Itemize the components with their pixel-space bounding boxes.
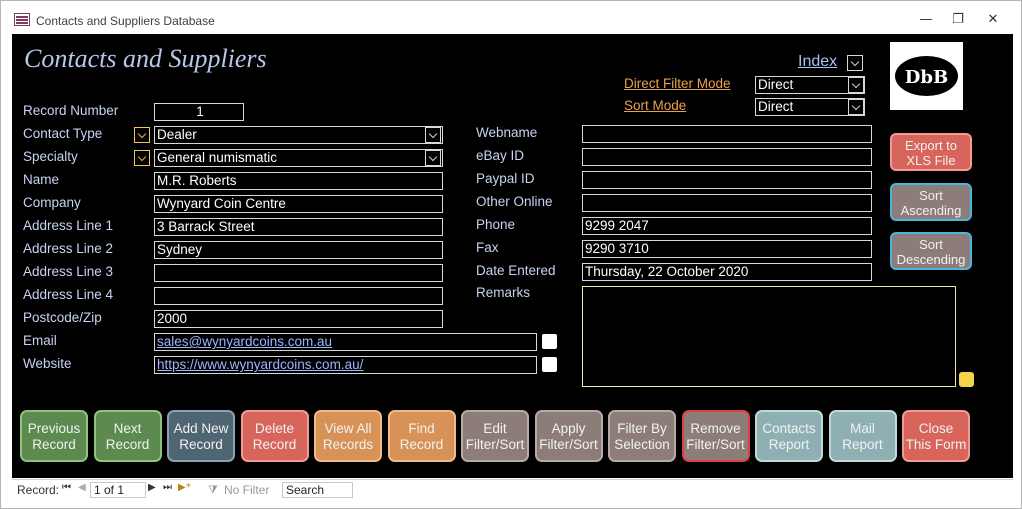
date-entered-field[interactable]: Thursday, 22 October 2020 xyxy=(582,263,872,281)
address-line-4-field[interactable] xyxy=(154,287,443,305)
last-record-icon[interactable]: ⏭ xyxy=(163,482,172,493)
app-window: Contacts and Suppliers Database — ❐ ✕ Co… xyxy=(0,0,1022,509)
sort-ascending-button[interactable]: Sort Ascending xyxy=(890,183,972,221)
minimize-button[interactable]: — xyxy=(914,10,938,30)
close-form-button[interactable]: Close This Form xyxy=(902,410,970,462)
address-line-1-field[interactable]: 3 Barrack Street xyxy=(154,218,443,236)
name-label: Name xyxy=(23,172,60,187)
index-link[interactable]: Index xyxy=(798,53,837,71)
webname-label: Webname xyxy=(476,125,538,140)
next-record-button[interactable]: Next Record xyxy=(93,410,162,462)
website-checkbox[interactable] xyxy=(542,357,557,372)
chevron-down-icon[interactable] xyxy=(425,150,441,166)
dbb-logo: DbB xyxy=(890,42,963,110)
direct-filter-mode-link[interactable]: Direct Filter Mode xyxy=(624,76,731,91)
remove-filter-sort-button[interactable]: Remove Filter/Sort xyxy=(681,410,750,462)
remarks-field[interactable] xyxy=(582,286,956,387)
mail-report-button[interactable]: Mail Report xyxy=(828,410,897,462)
record-navigation-bar: Record: ⏮ ◀ 1 of 1 ▶ ⏭ ▶* ⧩ No Filter Se… xyxy=(12,479,1013,499)
postcode-label: Postcode/Zip xyxy=(23,310,102,325)
paypal-id-label: Paypal ID xyxy=(476,171,535,186)
next-record-icon[interactable]: ▶ xyxy=(148,482,156,493)
export-xls-button[interactable]: Export to XLS File xyxy=(890,133,972,171)
new-record-icon[interactable]: ▶* xyxy=(178,482,191,493)
address-line-1-label: Address Line 1 xyxy=(23,218,114,233)
email-checkbox[interactable] xyxy=(542,334,557,349)
address-line-2-label: Address Line 2 xyxy=(23,241,114,256)
current-record-input[interactable]: 1 of 1 xyxy=(90,482,146,498)
name-field[interactable]: M.R. Roberts xyxy=(154,172,443,190)
company-field[interactable]: Wynyard Coin Centre xyxy=(154,195,443,213)
window-title: Contacts and Suppliers Database xyxy=(36,14,215,28)
email-field[interactable]: sales@wynyardcoins.com.au xyxy=(154,333,537,351)
add-new-record-button[interactable]: Add New Record xyxy=(167,410,235,462)
address-line-3-label: Address Line 3 xyxy=(23,264,114,279)
website-field[interactable]: https://www.wynyardcoins.com.au/ xyxy=(154,356,537,374)
form-icon xyxy=(14,13,30,26)
paypal-id-field[interactable] xyxy=(582,171,872,189)
postcode-field[interactable]: 2000 xyxy=(154,310,443,328)
record-number-label: Record Number xyxy=(23,103,119,118)
first-record-icon[interactable]: ⏮ xyxy=(62,482,71,493)
chevron-down-icon[interactable] xyxy=(425,127,441,143)
contact-type-edit-button[interactable] xyxy=(134,127,150,143)
webname-field[interactable] xyxy=(582,125,872,143)
specialty-edit-button[interactable] xyxy=(134,150,150,166)
contact-type-select[interactable]: Dealer xyxy=(154,126,443,144)
address-line-2-field[interactable]: Sydney xyxy=(154,241,443,259)
close-window-button[interactable]: ✕ xyxy=(981,10,1005,30)
sort-mode-link[interactable]: Sort Mode xyxy=(624,98,686,113)
index-dropdown-button[interactable] xyxy=(847,55,863,71)
delete-record-button[interactable]: Delete Record xyxy=(240,410,309,462)
address-line-4-label: Address Line 4 xyxy=(23,287,114,302)
previous-record-button[interactable]: Previous Record xyxy=(20,410,88,462)
title-bar: Contacts and Suppliers Database — ❐ ✕ xyxy=(1,1,1021,33)
other-online-label: Other Online xyxy=(476,194,553,209)
other-online-field[interactable] xyxy=(582,194,872,212)
ebay-id-label: eBay ID xyxy=(476,148,525,163)
view-all-records-button[interactable]: View All Records xyxy=(314,410,382,462)
contacts-form: Contacts and Suppliers Index Direct Filt… xyxy=(12,34,1013,478)
specialty-select[interactable]: General numismatic xyxy=(154,149,443,167)
form-title: Contacts and Suppliers xyxy=(24,44,267,73)
fax-field[interactable]: 9290 3710 xyxy=(582,240,872,258)
phone-field[interactable]: 9299 2047 xyxy=(582,217,872,235)
search-input[interactable]: Search xyxy=(282,482,353,498)
record-number-field[interactable]: 1 xyxy=(154,103,244,121)
apply-filter-sort-button[interactable]: Apply Filter/Sort xyxy=(534,410,603,462)
record-label: Record: xyxy=(17,483,60,497)
edit-filter-sort-button[interactable]: Edit Filter/Sort xyxy=(461,410,529,462)
chevron-down-icon[interactable] xyxy=(848,99,864,115)
ebay-id-field[interactable] xyxy=(582,148,872,166)
sort-descending-button[interactable]: Sort Descending xyxy=(890,232,972,270)
contact-type-label: Contact Type xyxy=(23,126,103,141)
remarks-label: Remarks xyxy=(476,285,531,300)
remarks-zoom-button[interactable] xyxy=(959,372,974,387)
email-label: Email xyxy=(23,333,57,348)
fax-label: Fax xyxy=(476,240,499,255)
specialty-label: Specialty xyxy=(23,149,78,164)
phone-label: Phone xyxy=(476,217,516,232)
website-label: Website xyxy=(23,356,72,371)
restore-button[interactable]: ❐ xyxy=(946,10,970,30)
company-label: Company xyxy=(23,195,81,210)
previous-record-icon[interactable]: ◀ xyxy=(78,482,86,493)
chevron-down-icon[interactable] xyxy=(848,77,864,93)
date-entered-label: Date Entered xyxy=(476,263,556,278)
funnel-icon[interactable]: ⧩ xyxy=(208,483,218,497)
contacts-report-button[interactable]: Contacts Report xyxy=(755,410,823,462)
filter-by-selection-button[interactable]: Filter By Selection xyxy=(608,410,676,462)
address-line-3-field[interactable] xyxy=(154,264,443,282)
find-record-button[interactable]: Find Record xyxy=(387,410,456,462)
no-filter-indicator[interactable]: No Filter xyxy=(224,483,269,497)
